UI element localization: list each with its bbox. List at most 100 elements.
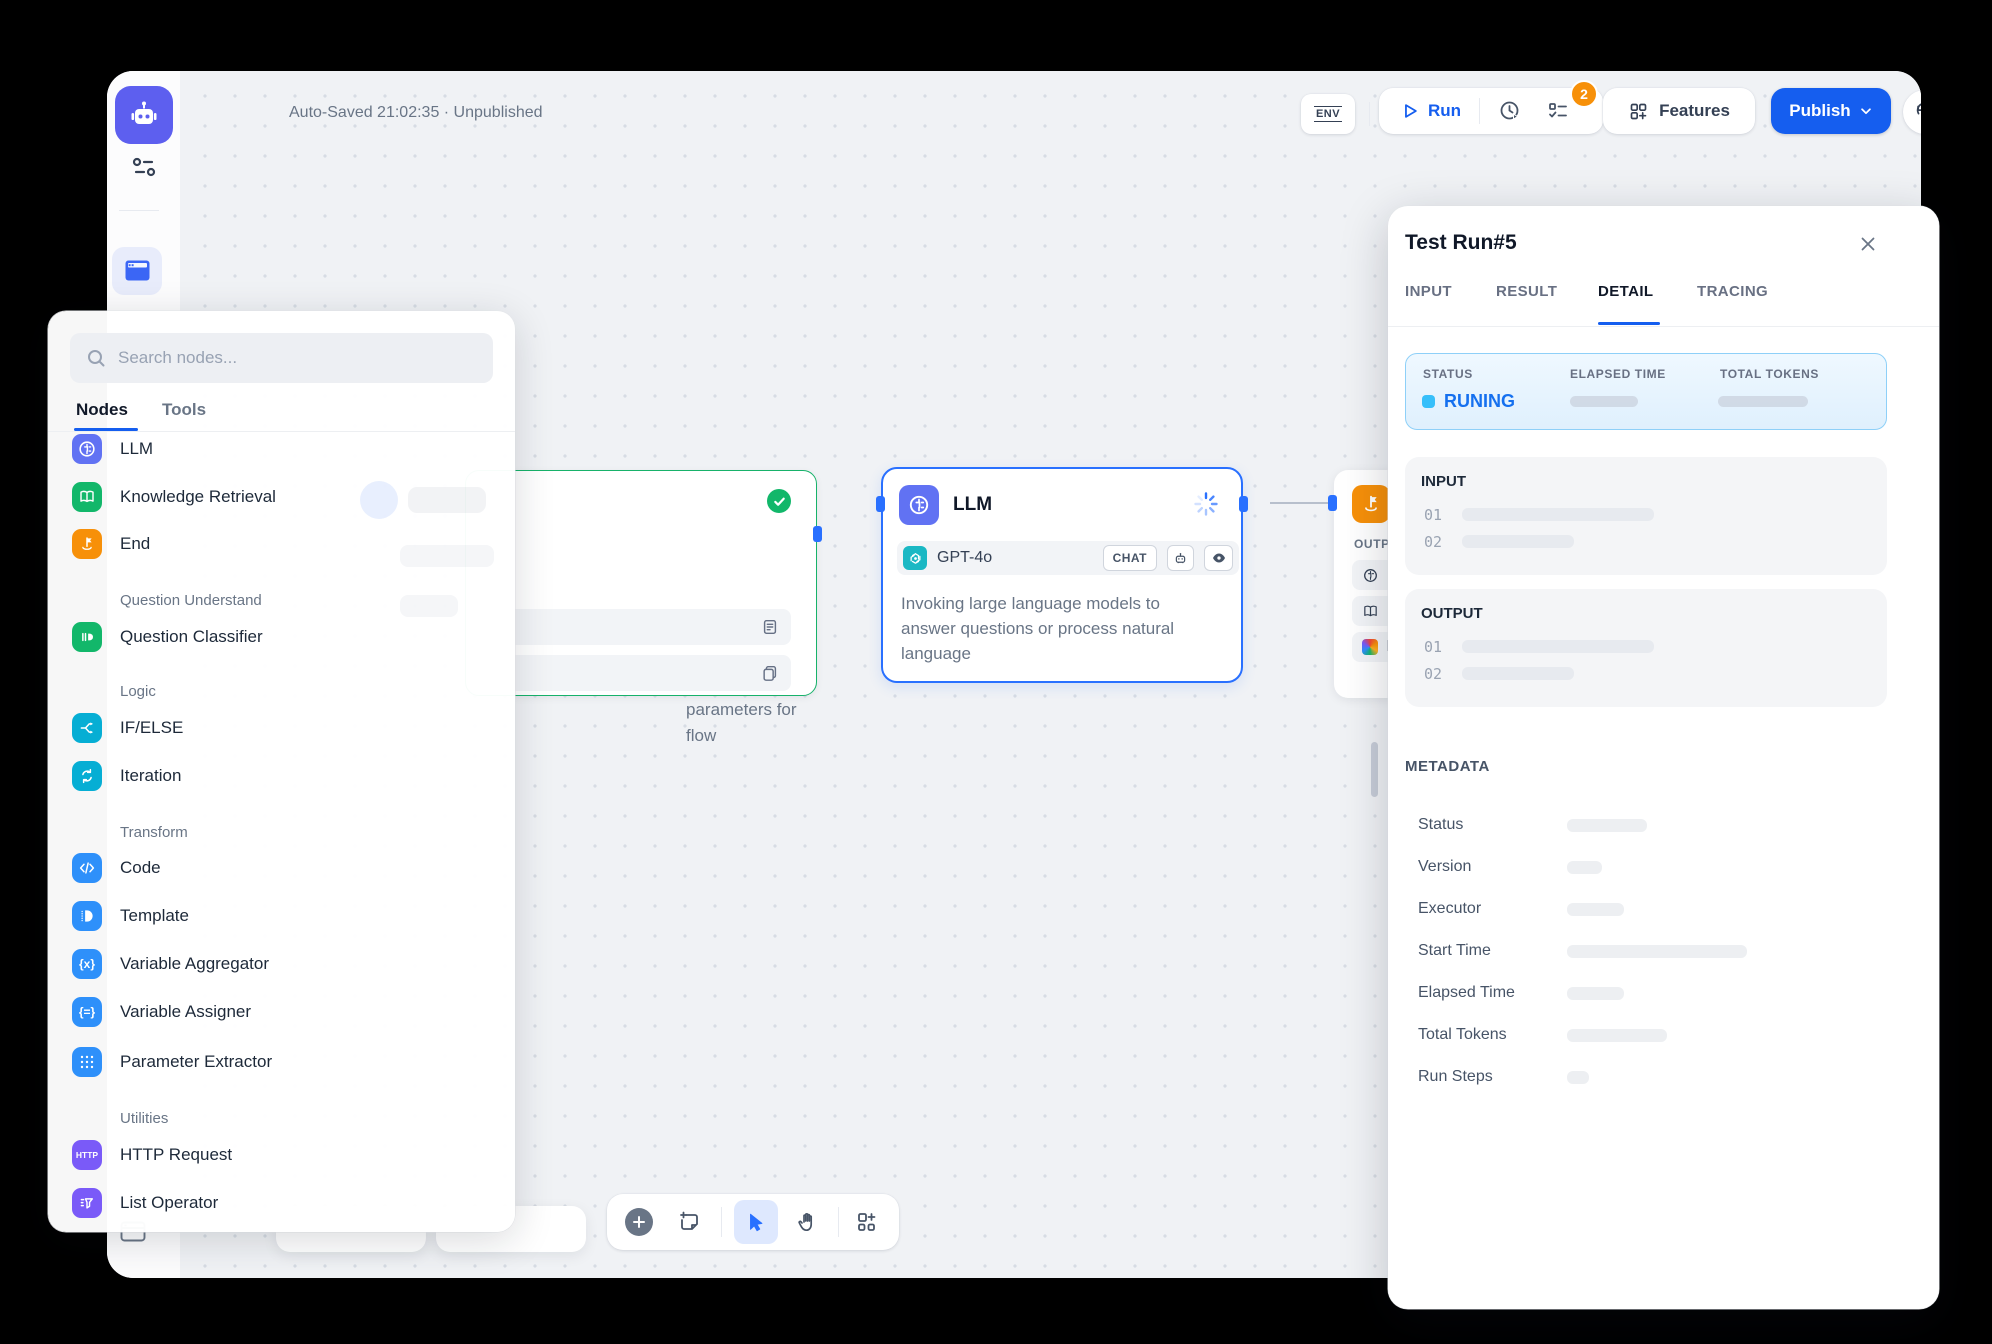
status-card: STATUS ELAPSED TIME TOTAL TOKENS RUNING	[1405, 353, 1887, 430]
play-icon	[1401, 102, 1419, 120]
add-note-button[interactable]	[677, 1210, 701, 1234]
tab-tools[interactable]: Tools	[162, 400, 206, 420]
version-history-button[interactable]	[1903, 90, 1921, 134]
openai-model-icon	[903, 546, 927, 570]
workflow-tool-active[interactable]	[112, 247, 162, 295]
llm-node-icon	[899, 485, 939, 525]
row-index: 01	[1424, 638, 1442, 656]
node-item-http-request[interactable]: HTTP HTTP Request	[72, 1140, 232, 1170]
toolbar-divider	[838, 1207, 839, 1237]
if-else-icon	[72, 713, 102, 743]
metadata-row: Elapsed Time	[1418, 984, 1515, 1002]
node-item-list-operator[interactable]: List Operator	[72, 1188, 218, 1218]
section-transform: Transform	[120, 824, 188, 841]
node-item-variable-aggregator[interactable]: {x} Variable Aggregator	[72, 949, 269, 979]
start-node[interactable]: parameters for flow	[465, 470, 817, 696]
chevron-down-icon	[1859, 104, 1873, 118]
node-item-variable-assigner[interactable]: {=} Variable Assigner	[72, 997, 251, 1027]
window-icon	[124, 259, 151, 283]
tab-input[interactable]: INPUT	[1405, 283, 1452, 300]
input-skeleton	[1462, 508, 1654, 521]
search-icon	[86, 348, 106, 368]
run-history-icon[interactable]	[1480, 99, 1536, 123]
features-icon	[1628, 101, 1649, 122]
output-skeleton	[1462, 667, 1574, 680]
ghost-blob	[400, 545, 494, 567]
elapsed-time-label: ELAPSED TIME	[1570, 367, 1666, 381]
list-operator-icon	[72, 1188, 102, 1218]
tab-nodes[interactable]: Nodes	[76, 400, 128, 420]
tab-detail[interactable]: DETAIL	[1598, 283, 1653, 300]
metadata-row: Version	[1418, 858, 1471, 876]
node-item-if-else[interactable]: IF/ELSE	[72, 713, 183, 743]
chat-mode-badge: CHAT	[1103, 545, 1157, 571]
output-card: OUTPUT 01 02	[1405, 589, 1887, 707]
hand-tool-button[interactable]	[796, 1210, 820, 1234]
topbar-divider	[1369, 102, 1370, 126]
preferences-icon[interactable]	[129, 153, 159, 181]
end-node-input-handle[interactable]	[1328, 495, 1337, 511]
node-item-llm[interactable]: LLM	[72, 434, 153, 464]
http-request-icon: HTTP	[72, 1140, 102, 1170]
tab-result[interactable]: RESULT	[1496, 283, 1557, 300]
running-status-value: RUNING	[1444, 391, 1515, 412]
output-skeleton	[1462, 640, 1654, 653]
llm-icon	[72, 434, 102, 464]
vision-capability-icon	[1204, 545, 1233, 571]
close-icon[interactable]	[1858, 234, 1878, 254]
tabs-divider	[48, 431, 515, 432]
history-icon	[1914, 101, 1921, 123]
variable-assigner-icon: {=}	[72, 997, 102, 1027]
input-skeleton	[1462, 535, 1574, 548]
node-item-iteration[interactable]: Iteration	[72, 761, 181, 791]
llm-node-input-handle[interactable]	[876, 496, 885, 512]
run-button[interactable]: Run	[1379, 88, 1479, 134]
node-item-template[interactable]: Template	[72, 901, 189, 931]
llm-node[interactable]: LLM	[881, 467, 1243, 683]
notifications-badge[interactable]: 2	[1570, 80, 1598, 108]
section-logic: Logic	[120, 683, 156, 700]
search-placeholder: Search nodes...	[118, 348, 237, 368]
node-item-end[interactable]: End	[72, 529, 150, 559]
start-node-field-row[interactable]	[484, 655, 791, 691]
start-node-field-row[interactable]	[484, 609, 791, 645]
canvas-scrollbar-thumb[interactable]	[1371, 742, 1378, 797]
metadata-skeleton	[1567, 861, 1602, 874]
tab-tracing[interactable]: TRACING	[1697, 283, 1768, 300]
start-node-description: parameters for flow	[686, 697, 886, 749]
robot-icon	[127, 98, 161, 132]
llm-node-output-handle[interactable]	[1239, 496, 1248, 512]
status-label: STATUS	[1423, 367, 1473, 381]
robot-capability-icon	[1167, 545, 1194, 571]
running-status-dot	[1422, 395, 1435, 408]
ghost-blob	[360, 481, 398, 519]
start-node-output-handle[interactable]	[813, 526, 822, 542]
end-icon	[72, 529, 102, 559]
sidebar-divider	[119, 210, 159, 211]
variable-aggregator-icon: {x}	[72, 949, 102, 979]
metadata-skeleton	[1567, 819, 1647, 832]
node-item-question-classifier[interactable]: Question Classifier	[72, 622, 263, 652]
search-input[interactable]: Search nodes...	[70, 333, 493, 383]
canvas-control-bar	[607, 1194, 899, 1250]
node-item-code[interactable]: Code	[72, 853, 161, 883]
metadata-row: Total Tokens	[1418, 1026, 1507, 1044]
row-index: 02	[1424, 665, 1442, 683]
organize-nodes-button[interactable]	[855, 1210, 879, 1234]
llm-model-selector[interactable]: GPT-4o CHAT	[897, 541, 1239, 575]
autosave-status: Auto-Saved 21:02:35 · Unpublished	[289, 104, 543, 122]
app-icon[interactable]	[115, 86, 173, 144]
node-item-parameter-extractor[interactable]: Parameter Extractor	[72, 1047, 272, 1077]
node-item-knowledge-retrieval[interactable]: Knowledge Retrieval	[72, 482, 276, 512]
features-button[interactable]: Features	[1603, 88, 1755, 134]
end-node-icon	[1352, 485, 1390, 523]
env-button[interactable]: ENV	[1301, 94, 1355, 134]
ghost-blob	[408, 487, 486, 513]
dalle-icon	[1362, 639, 1378, 655]
template-icon	[72, 901, 102, 931]
input-card: INPUT 01 02	[1405, 457, 1887, 575]
test-run-title: Test Run#5	[1405, 231, 1517, 255]
pointer-tool-button[interactable]	[734, 1200, 778, 1244]
publish-button[interactable]: Publish	[1771, 88, 1891, 134]
add-node-button[interactable]	[625, 1208, 653, 1236]
